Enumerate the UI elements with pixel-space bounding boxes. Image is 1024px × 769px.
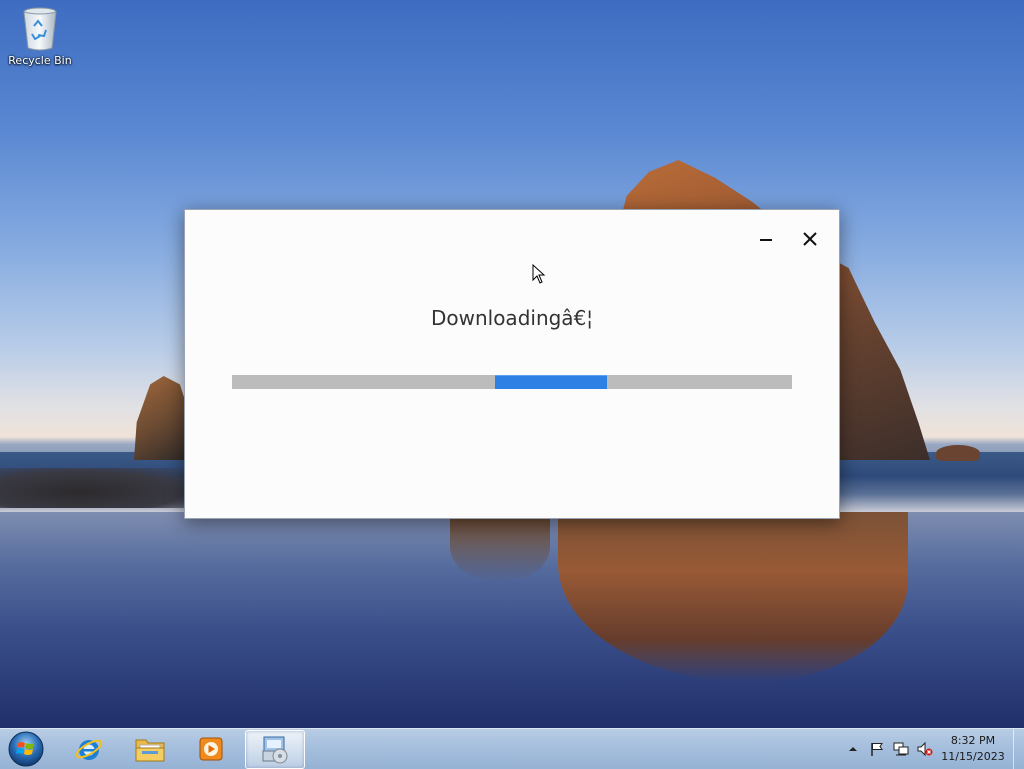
dialog-status-text: Downloadingâ€¦ bbox=[430, 306, 594, 330]
taskbar-media-player[interactable] bbox=[182, 730, 240, 767]
internet-explorer-icon bbox=[75, 739, 103, 760]
show-desktop-button[interactable] bbox=[1013, 729, 1024, 769]
wallpaper-rock-reflection-small bbox=[450, 512, 550, 582]
minimize-button[interactable] bbox=[751, 224, 781, 254]
mouse-cursor-icon bbox=[532, 264, 546, 284]
taskbar: 8:32 PM 11/15/2023 bbox=[0, 728, 1024, 769]
wallpaper-small-rock bbox=[134, 376, 188, 460]
installer-icon bbox=[262, 736, 288, 763]
taskbar-internet-explorer[interactable] bbox=[60, 730, 118, 767]
taskbar-clock[interactable]: 8:32 PM 11/15/2023 bbox=[936, 733, 1010, 765]
taskbar-file-explorer[interactable] bbox=[121, 730, 179, 767]
taskbar-installer[interactable] bbox=[245, 730, 305, 769]
start-button[interactable] bbox=[4, 730, 48, 768]
minimize-icon bbox=[760, 239, 772, 241]
download-dialog: Downloadingâ€¦ bbox=[184, 209, 840, 519]
volume-muted-icon bbox=[917, 741, 933, 757]
network-button[interactable] bbox=[892, 740, 910, 758]
desktop-icon-recycle-bin[interactable]: Recycle Bin bbox=[4, 6, 76, 76]
close-button[interactable] bbox=[795, 224, 825, 254]
volume-button[interactable] bbox=[916, 740, 934, 758]
network-icon bbox=[893, 742, 909, 756]
close-icon bbox=[803, 232, 817, 246]
clock-time: 8:32 PM bbox=[950, 734, 996, 747]
wallpaper-tiny-rock bbox=[936, 445, 980, 461]
show-hidden-icons-arrow bbox=[849, 747, 857, 751]
action-center-flag-icon bbox=[871, 743, 883, 756]
system-tray bbox=[844, 729, 940, 769]
clock-date: 11/15/2023 bbox=[941, 750, 1005, 763]
recycle-bin-icon bbox=[23, 7, 57, 51]
folder-icon bbox=[135, 739, 165, 761]
media-player-icon bbox=[199, 737, 223, 760]
action-center-button[interactable] bbox=[868, 740, 886, 758]
progress-bar-fill bbox=[495, 375, 608, 389]
desktop-icon-label: Recycle Bin bbox=[8, 54, 72, 67]
progress-bar bbox=[232, 375, 792, 389]
windows-start-icon bbox=[8, 731, 44, 767]
wallpaper-shore bbox=[0, 468, 200, 508]
show-hidden-icons-button[interactable] bbox=[844, 740, 862, 758]
